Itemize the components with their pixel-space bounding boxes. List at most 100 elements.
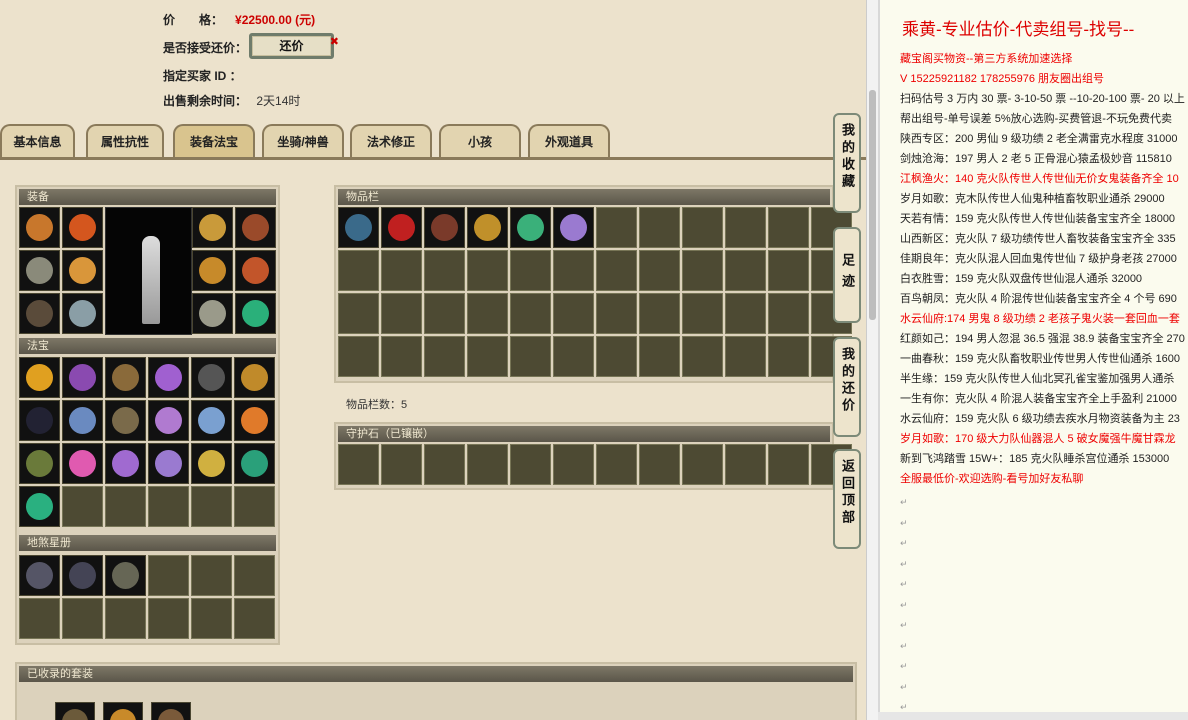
scrollbar-thumb[interactable] <box>869 90 876 320</box>
tab-appearance[interactable]: 外观道具 <box>528 124 610 158</box>
empty-slot <box>105 486 146 527</box>
footprints-button[interactable]: 足迹 <box>833 227 861 323</box>
text-document: 乘黄-专业估价-代卖组号-找号-- 藏宝阁买物资--第三方系统加速选择 V 152… <box>878 0 1188 720</box>
empty-slot <box>234 486 275 527</box>
item-slot[interactable] <box>191 443 232 484</box>
item-slot[interactable] <box>19 443 60 484</box>
item-slot[interactable] <box>234 400 275 441</box>
item-slot[interactable] <box>105 400 146 441</box>
tab-basic-info[interactable]: 基本信息 <box>0 124 75 158</box>
empty-slot <box>338 336 379 377</box>
item-slot[interactable] <box>62 293 103 334</box>
empty-slot <box>148 555 189 596</box>
paragraph-mark: ↵ <box>900 558 908 569</box>
item-slot[interactable] <box>19 207 60 248</box>
set-item[interactable] <box>151 702 191 720</box>
item-slot[interactable] <box>235 207 276 248</box>
paragraph-mark: ↵ <box>900 599 908 610</box>
item-slot[interactable] <box>235 293 276 334</box>
item-slot[interactable] <box>467 207 508 248</box>
item-slot[interactable] <box>192 250 233 291</box>
item-slot[interactable] <box>19 555 60 596</box>
document-line: 佳期良年：克火队混人回血鬼传世仙 7 级护身老孩 27000 <box>900 253 1177 265</box>
paragraph-mark: ↵ <box>900 681 908 692</box>
document-scrollbar[interactable] <box>866 0 878 720</box>
item-slot[interactable] <box>234 443 275 484</box>
item-slot[interactable] <box>62 400 103 441</box>
price-row: 价 格： ¥22500.00 (元) <box>163 11 315 28</box>
empty-slot <box>381 293 422 334</box>
item-slot[interactable] <box>62 250 103 291</box>
empty-slot <box>682 336 723 377</box>
item-slot[interactable] <box>553 207 594 248</box>
item-slot[interactable] <box>19 293 60 334</box>
paragraph-mark: ↵ <box>900 538 908 548</box>
my-counter-offers-button[interactable]: 我的还价 <box>833 337 861 437</box>
item-slot[interactable] <box>19 400 60 441</box>
item-slot[interactable] <box>19 250 60 291</box>
set-item[interactable] <box>55 702 95 720</box>
empty-slot <box>234 598 275 639</box>
item-slot[interactable] <box>19 486 60 527</box>
item-slot[interactable] <box>148 443 189 484</box>
empty-slot <box>424 444 465 485</box>
inventory-count: 物品栏数：5 <box>346 399 408 411</box>
item-slot[interactable] <box>381 207 422 248</box>
item-slot[interactable] <box>234 357 275 398</box>
item-slot[interactable] <box>105 443 146 484</box>
set-item[interactable] <box>103 702 143 720</box>
empty-slot <box>725 250 766 291</box>
empty-slot <box>381 250 422 291</box>
item-slot[interactable] <box>191 400 232 441</box>
designated-buyer-label: 指定买家 ID ： <box>163 69 242 83</box>
tab-attributes[interactable]: 属性抗性 <box>86 124 164 158</box>
item-slot[interactable] <box>235 250 276 291</box>
item-slot[interactable] <box>62 443 103 484</box>
starbook-header: 地煞星册 <box>19 535 276 551</box>
document-title: 乘黄-专业估价-代卖组号-找号-- <box>902 20 1135 39</box>
tab-mounts[interactable]: 坐骑/神兽 <box>262 124 344 158</box>
item-slot[interactable] <box>105 357 146 398</box>
item-slot[interactable] <box>105 555 146 596</box>
tab-equipment[interactable]: 装备法宝 <box>173 124 255 158</box>
back-to-top-button[interactable]: 返回顶部 <box>833 449 861 549</box>
empty-slot <box>768 336 809 377</box>
paragraph-mark: ↵ <box>900 497 908 507</box>
empty-slot <box>467 336 508 377</box>
empty-slot <box>682 207 723 248</box>
item-slot[interactable] <box>62 207 103 248</box>
empty-slot <box>768 444 809 485</box>
item-slot[interactable] <box>424 207 465 248</box>
document-line: 新到飞鸿踏雪 15W+：185 克火队睡杀宫位通杀 153000 <box>900 453 1170 465</box>
tab-spell-mods[interactable]: 法术修正 <box>350 124 432 158</box>
item-slot[interactable] <box>191 357 232 398</box>
time-remaining-row: 出售剩余时间： 2天14时 <box>163 92 300 109</box>
empty-slot <box>191 486 232 527</box>
empty-slot <box>191 555 232 596</box>
tab-divider <box>0 157 866 160</box>
empty-slot <box>596 444 637 485</box>
document-line: 全服最低价-欢迎选购-看号加好友私聊 <box>900 473 1084 485</box>
document-line: V 15225921182 178255976 朋友圈出组号 <box>900 73 1105 85</box>
paragraph-mark: ↵ <box>900 640 908 651</box>
document-line: 红颜如己：194 男人忽混 36.5 强混 38.9 装备宝宝齐全 270 <box>900 333 1185 345</box>
item-slot[interactable] <box>148 357 189 398</box>
tab-children[interactable]: 小孩 <box>439 124 521 158</box>
empty-slot <box>596 207 637 248</box>
collected-sets-header: 已收录的套装 <box>19 666 853 682</box>
document-line: 岁月如歌：170 级大力队仙器混人 5 破女魔强牛魔甘霖龙 <box>900 433 1176 445</box>
item-slot[interactable] <box>192 293 233 334</box>
item-slot[interactable] <box>148 400 189 441</box>
item-slot[interactable] <box>62 555 103 596</box>
document-line: 藏宝阁买物资--第三方系统加速选择 <box>900 53 1073 65</box>
item-slot[interactable] <box>19 357 60 398</box>
price-label: 价 格： <box>163 13 224 27</box>
empty-slot <box>682 250 723 291</box>
my-favorites-button[interactable]: 我的收藏 <box>833 113 861 213</box>
item-slot[interactable] <box>510 207 551 248</box>
item-slot[interactable] <box>192 207 233 248</box>
item-slot[interactable] <box>338 207 379 248</box>
document-horizontal-scrollbar[interactable] <box>878 712 1188 720</box>
counter-offer-button[interactable]: 还价 ✖ <box>249 33 339 59</box>
item-slot[interactable] <box>62 357 103 398</box>
